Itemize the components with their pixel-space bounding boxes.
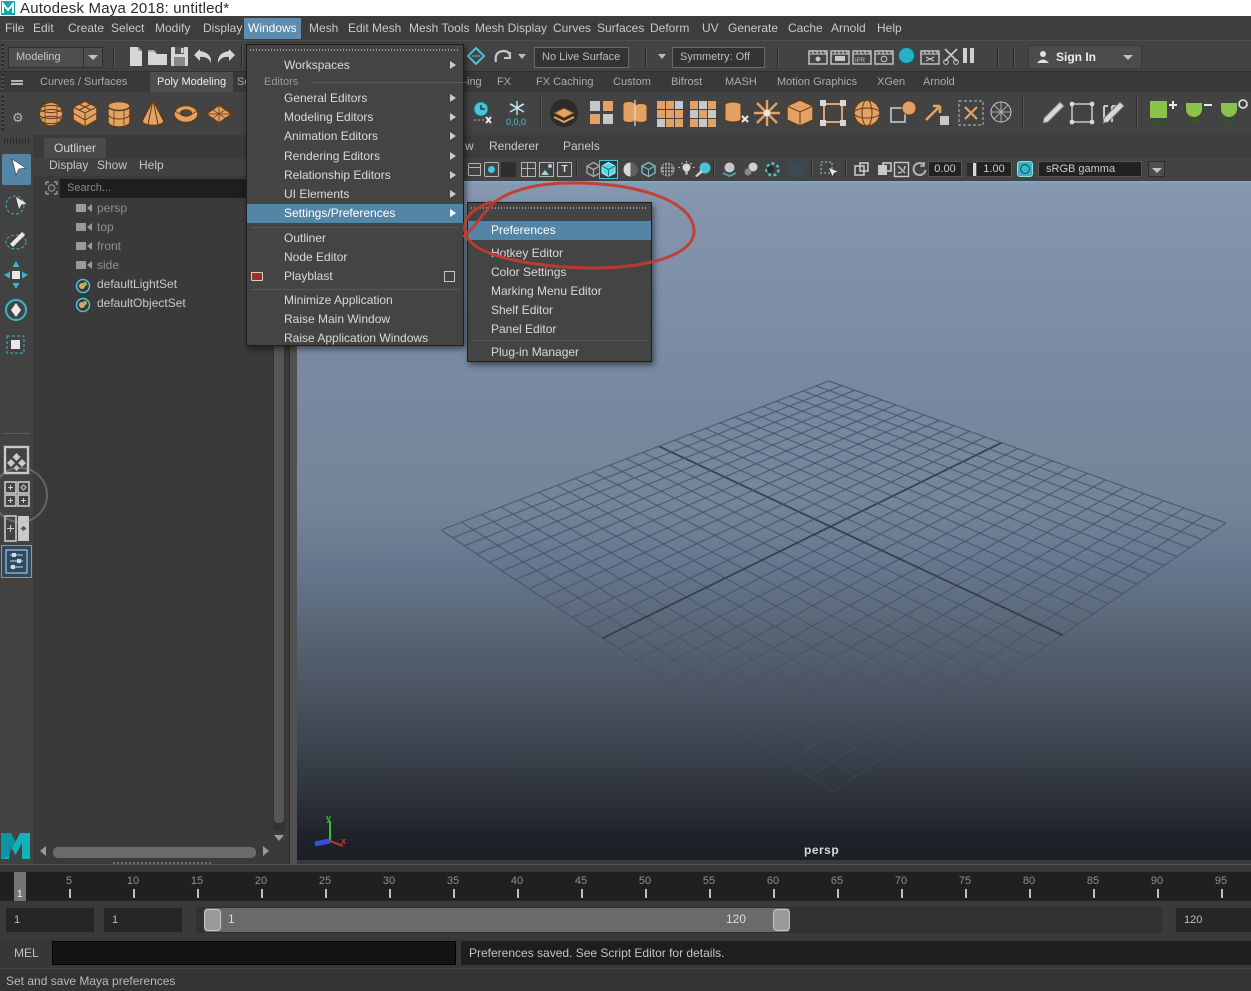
svg-text:IPR: IPR [855, 58, 866, 64]
svg-text:0,0,0: 0,0,0 [506, 117, 526, 127]
svg-text:y: y [326, 813, 331, 823]
svg-text:x: x [341, 836, 346, 846]
